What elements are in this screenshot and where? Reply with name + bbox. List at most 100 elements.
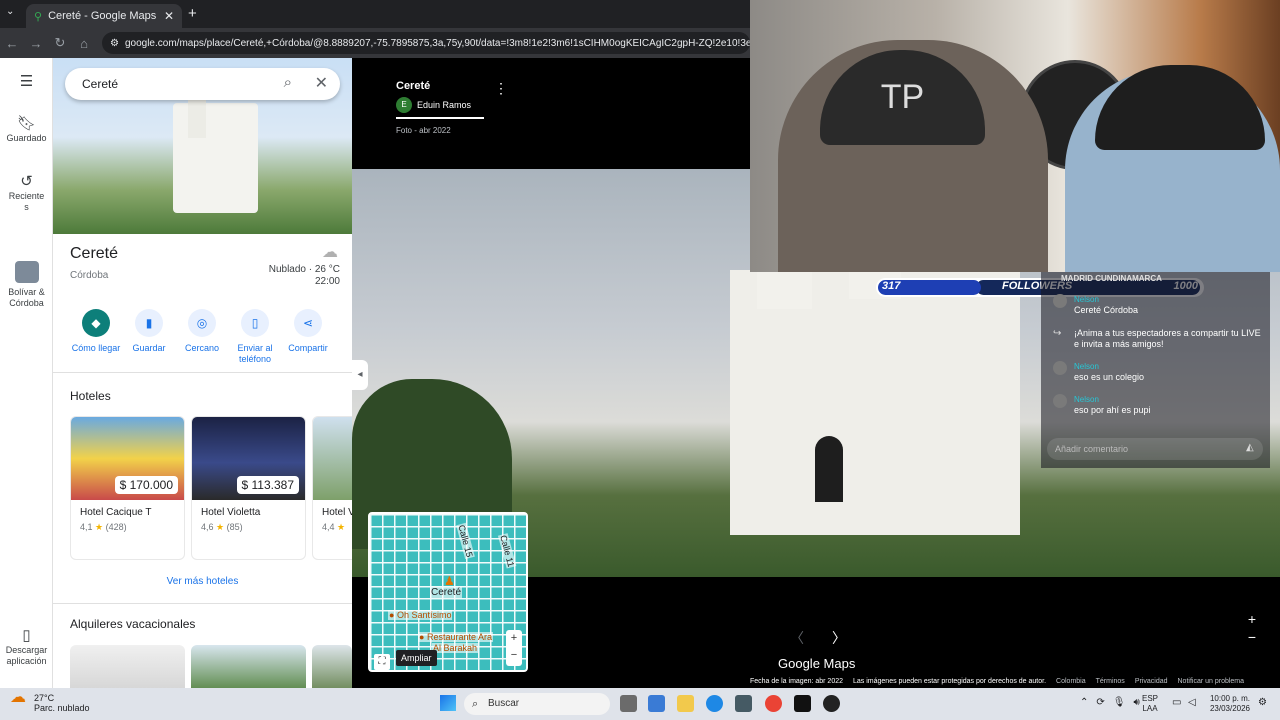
collapse-panel-button[interactable]: ◂ bbox=[352, 360, 368, 390]
hotel-rating-value: 4,1 bbox=[80, 522, 93, 532]
hotel-image: $ 113.387 bbox=[192, 417, 305, 500]
previous-photo-icon[interactable]: 〈 bbox=[790, 628, 804, 648]
browser-toolbar: ← → ↻ ⌂ ⚙ google.com/maps/place/Cereté,+… bbox=[0, 28, 750, 58]
left-rail: ☰ 🔖︎ Guardado ↺ Reciente s Bolívar & Córdo… bbox=[0, 58, 53, 688]
chat-message: Nelson Cereté Córdoba bbox=[1053, 294, 1265, 318]
bookmark-icon: ▮ bbox=[135, 309, 163, 337]
hotel-card[interactable]: $ 113.387 Hotel Violetta 4,6 ★ (85) bbox=[191, 416, 306, 560]
wifi-icon[interactable]: ▭ bbox=[1172, 697, 1181, 708]
hotel-image bbox=[313, 417, 352, 500]
author-name: Eduin Ramos bbox=[417, 100, 472, 110]
menu-icon[interactable]: ☰ bbox=[0, 74, 53, 91]
more-hotels-link[interactable]: Ver más hoteles bbox=[53, 576, 352, 587]
expand-icon[interactable]: ⛶ bbox=[374, 654, 390, 670]
widgets-icon[interactable] bbox=[648, 695, 665, 712]
chrome-icon[interactable] bbox=[765, 695, 782, 712]
start-button[interactable] bbox=[440, 695, 456, 711]
send-icon[interactable]: ◭ bbox=[1246, 442, 1254, 453]
nearby-label: Cercano bbox=[184, 343, 220, 353]
directions-label: Cómo llegar bbox=[71, 343, 121, 353]
rental-card[interactable] bbox=[191, 645, 306, 688]
share-label: Compartir bbox=[288, 343, 328, 353]
tiktok-icon[interactable] bbox=[794, 695, 811, 712]
rail-recents[interactable]: ↺ Reciente s bbox=[0, 173, 53, 213]
rail-download[interactable]: ▯ Descargar aplicación bbox=[0, 628, 53, 667]
poi-label: ● Restaurante Ara bbox=[418, 632, 493, 642]
save-label: Guardar bbox=[132, 343, 166, 353]
save-button[interactable]: ▮ Guardar bbox=[119, 309, 179, 354]
zoom-out-icon[interactable]: − bbox=[1248, 628, 1256, 646]
site-info-icon[interactable]: ⚙ bbox=[110, 38, 119, 49]
tab-close-icon[interactable]: ✕ bbox=[164, 9, 174, 23]
tab-search-icon[interactable]: ⌄ bbox=[6, 6, 14, 17]
notifications-icon[interactable]: ⚙ bbox=[1258, 697, 1267, 708]
privacy-link[interactable]: Privacidad bbox=[1135, 678, 1168, 685]
speaker-icon[interactable]: ◁ bbox=[1188, 697, 1196, 708]
search-icon[interactable]: ⌕ bbox=[284, 74, 292, 91]
store-icon[interactable] bbox=[735, 695, 752, 712]
share-button[interactable]: ⋖ Compartir bbox=[278, 309, 338, 354]
send-to-phone-label: Enviar al teléfono bbox=[237, 343, 273, 364]
home-icon[interactable]: ⌂ bbox=[72, 36, 96, 51]
report-link[interactable]: Notificar un problema bbox=[1178, 678, 1245, 685]
more-options-icon[interactable]: ⋮ bbox=[494, 80, 508, 97]
hotel-card[interactable]: Hotel V 4,4 ★ bbox=[312, 416, 352, 560]
minimap-zoom[interactable]: + − bbox=[506, 630, 522, 666]
address-bar[interactable]: ⚙ google.com/maps/place/Cereté,+Córdoba/… bbox=[102, 32, 750, 54]
hotel-review-count: (428) bbox=[105, 522, 127, 532]
rental-card[interactable] bbox=[70, 645, 185, 688]
clock-date: 23/03/2026 bbox=[1209, 704, 1250, 713]
cap-image bbox=[1095, 65, 1265, 150]
nearby-button[interactable]: ◎ Cercano bbox=[172, 309, 232, 354]
rail-recent-place[interactable]: Bolívar & Córdoba bbox=[0, 261, 53, 309]
viewer-zoom[interactable]: + − bbox=[1248, 610, 1256, 646]
weather-temp: 27°C bbox=[34, 693, 55, 703]
close-icon[interactable]: ✕ bbox=[315, 73, 328, 93]
forward-icon[interactable]: → bbox=[24, 36, 48, 51]
rentals-heading: Alquileres vacacionales bbox=[70, 617, 196, 631]
expand-tooltip: Ampliar bbox=[396, 650, 437, 666]
search-input[interactable]: Cereté bbox=[82, 77, 118, 91]
back-icon[interactable]: ← bbox=[0, 36, 24, 51]
hotel-card[interactable]: $ 170.000 Hotel Cacique T 4,1 ★ (428) bbox=[70, 416, 185, 560]
microphone-icon[interactable]: 🎙︎ bbox=[1113, 697, 1126, 708]
search-box[interactable]: Cereté ⌕ ✕ bbox=[65, 68, 340, 100]
rental-card[interactable] bbox=[312, 645, 352, 688]
chevron-up-icon[interactable]: ⌃ bbox=[1080, 697, 1088, 708]
zoom-in-icon[interactable]: + bbox=[1248, 610, 1256, 628]
new-tab-icon[interactable]: + bbox=[188, 5, 197, 22]
network-app-icon[interactable]: ⟳ bbox=[1096, 697, 1104, 708]
history-icon: ↺ bbox=[20, 173, 33, 190]
zoom-out-icon[interactable]: − bbox=[506, 647, 522, 664]
send-to-phone-button[interactable]: ▯ Enviar al teléfono bbox=[225, 309, 285, 365]
tab-title: Cereté - Google Maps bbox=[48, 10, 157, 22]
photo-author[interactable]: E Eduin Ramos bbox=[396, 97, 471, 113]
rail-saved-label: Guardado bbox=[6, 133, 47, 143]
tab-bar: ⌄ ⚲ Cereté - Google Maps ✕ + bbox=[0, 0, 750, 28]
search-icon: ⌕ bbox=[472, 698, 479, 710]
live-chat: MADRID CUNDINAMARCA Nelson Cereté Córdob… bbox=[1041, 272, 1270, 468]
directions-button[interactable]: ◆ Cómo llegar bbox=[66, 309, 126, 354]
edge-icon[interactable] bbox=[706, 695, 723, 712]
file-explorer-icon[interactable] bbox=[677, 695, 694, 712]
language-indicator[interactable]: ESP LAA bbox=[1142, 694, 1158, 714]
chat-text: eso es un colegio bbox=[1074, 372, 1145, 382]
chatgpt-icon[interactable] bbox=[823, 695, 840, 712]
clock[interactable]: 10:00 p. m. 23/03/2026 bbox=[1208, 694, 1250, 714]
reload-icon[interactable]: ↻ bbox=[48, 35, 72, 51]
maps-favicon-icon: ⚲ bbox=[34, 10, 43, 23]
task-view-icon[interactable] bbox=[620, 695, 637, 712]
zoom-in-icon[interactable]: + bbox=[506, 630, 522, 647]
system-tray[interactable]: ⌃ ⟳ 🎙︎ 🔊︎ bbox=[1080, 697, 1140, 708]
browser-tab[interactable]: ⚲ Cereté - Google Maps ✕ bbox=[26, 4, 182, 28]
volume-icon[interactable]: 🔊︎ bbox=[1133, 697, 1139, 708]
minimap[interactable]: Calle 15 Calle 11 ♟ Cereté ● Oh Santísim… bbox=[368, 512, 528, 672]
next-photo-icon[interactable]: 〉 bbox=[832, 628, 846, 648]
nearby-icon: ◎ bbox=[188, 309, 216, 337]
country-link[interactable]: Colombia bbox=[1056, 678, 1086, 685]
terms-link[interactable]: Términos bbox=[1096, 678, 1125, 685]
weather-widget[interactable]: ☁ 27°C Parc. nublado bbox=[8, 690, 90, 714]
comment-input[interactable]: Añadir comentario bbox=[1047, 438, 1263, 460]
rail-saved[interactable]: 🔖︎ Guardado bbox=[0, 116, 53, 144]
taskbar-search[interactable]: ⌕ Buscar bbox=[464, 693, 610, 715]
